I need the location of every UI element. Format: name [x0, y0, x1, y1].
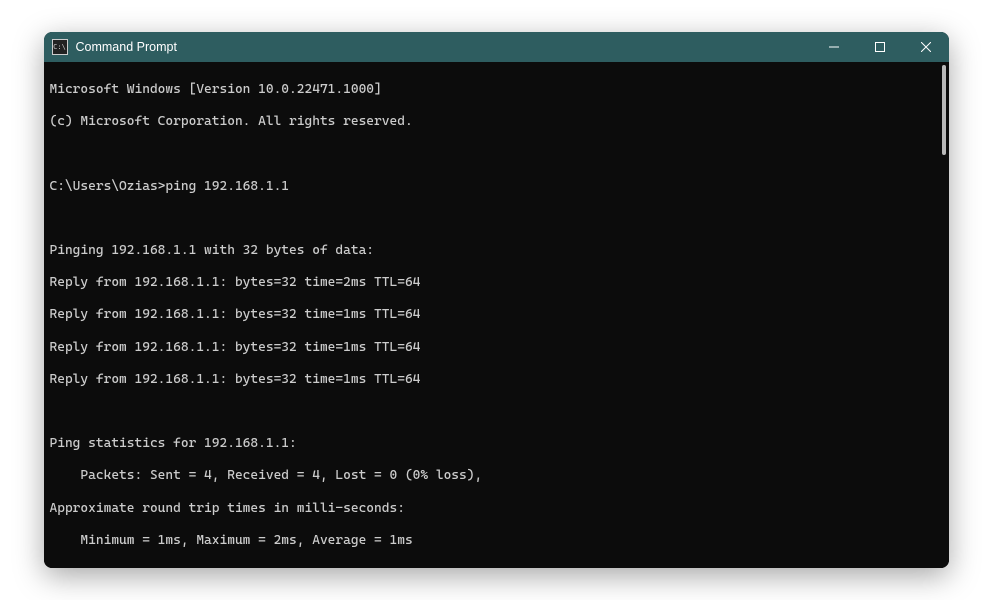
minimize-icon [829, 42, 839, 52]
version-line: Microsoft Windows [Version 10.0.22471.10… [50, 82, 943, 98]
ping-reply: Reply from 192.168.1.1: bytes=32 time=1m… [50, 307, 943, 323]
ping-header: Pinging 192.168.1.1 with 32 bytes of dat… [50, 243, 943, 259]
rtt-header: Approximate round trip times in milli-se… [50, 501, 943, 517]
window-controls [811, 32, 949, 62]
copyright-line: (c) Microsoft Corporation. All rights re… [50, 114, 943, 130]
close-button[interactable] [903, 32, 949, 62]
prompt-line-1: C:\Users\Ozias>ping 192.168.1.1 [50, 179, 943, 195]
packets-line: Packets: Sent = 4, Received = 4, Lost = … [50, 468, 943, 484]
blank-line [50, 404, 943, 420]
scrollbar-thumb[interactable] [942, 65, 946, 155]
prompt-command: ping 192.168.1.1 [165, 179, 289, 194]
prompt-path: C:\Users\Ozias> [50, 179, 166, 194]
minimize-button[interactable] [811, 32, 857, 62]
ping-reply: Reply from 192.168.1.1: bytes=32 time=1m… [50, 372, 943, 388]
blank-line [50, 211, 943, 227]
close-icon [921, 42, 931, 52]
maximize-button[interactable] [857, 32, 903, 62]
blank-line [50, 565, 943, 568]
window-title: Command Prompt [76, 40, 177, 54]
ping-reply: Reply from 192.168.1.1: bytes=32 time=1m… [50, 340, 943, 356]
blank-line [50, 146, 943, 162]
command-prompt-window: C:\ Command Prompt Microsoft Windows [Ve… [44, 32, 949, 568]
titlebar[interactable]: C:\ Command Prompt [44, 32, 949, 62]
ping-reply: Reply from 192.168.1.1: bytes=32 time=2m… [50, 275, 943, 291]
cmd-icon: C:\ [52, 39, 68, 55]
rtt-values: Minimum = 1ms, Maximum = 2ms, Average = … [50, 533, 943, 549]
maximize-icon [875, 42, 885, 52]
terminal-output[interactable]: Microsoft Windows [Version 10.0.22471.10… [44, 62, 949, 568]
titlebar-left: C:\ Command Prompt [52, 39, 177, 55]
stats-header: Ping statistics for 192.168.1.1: [50, 436, 943, 452]
